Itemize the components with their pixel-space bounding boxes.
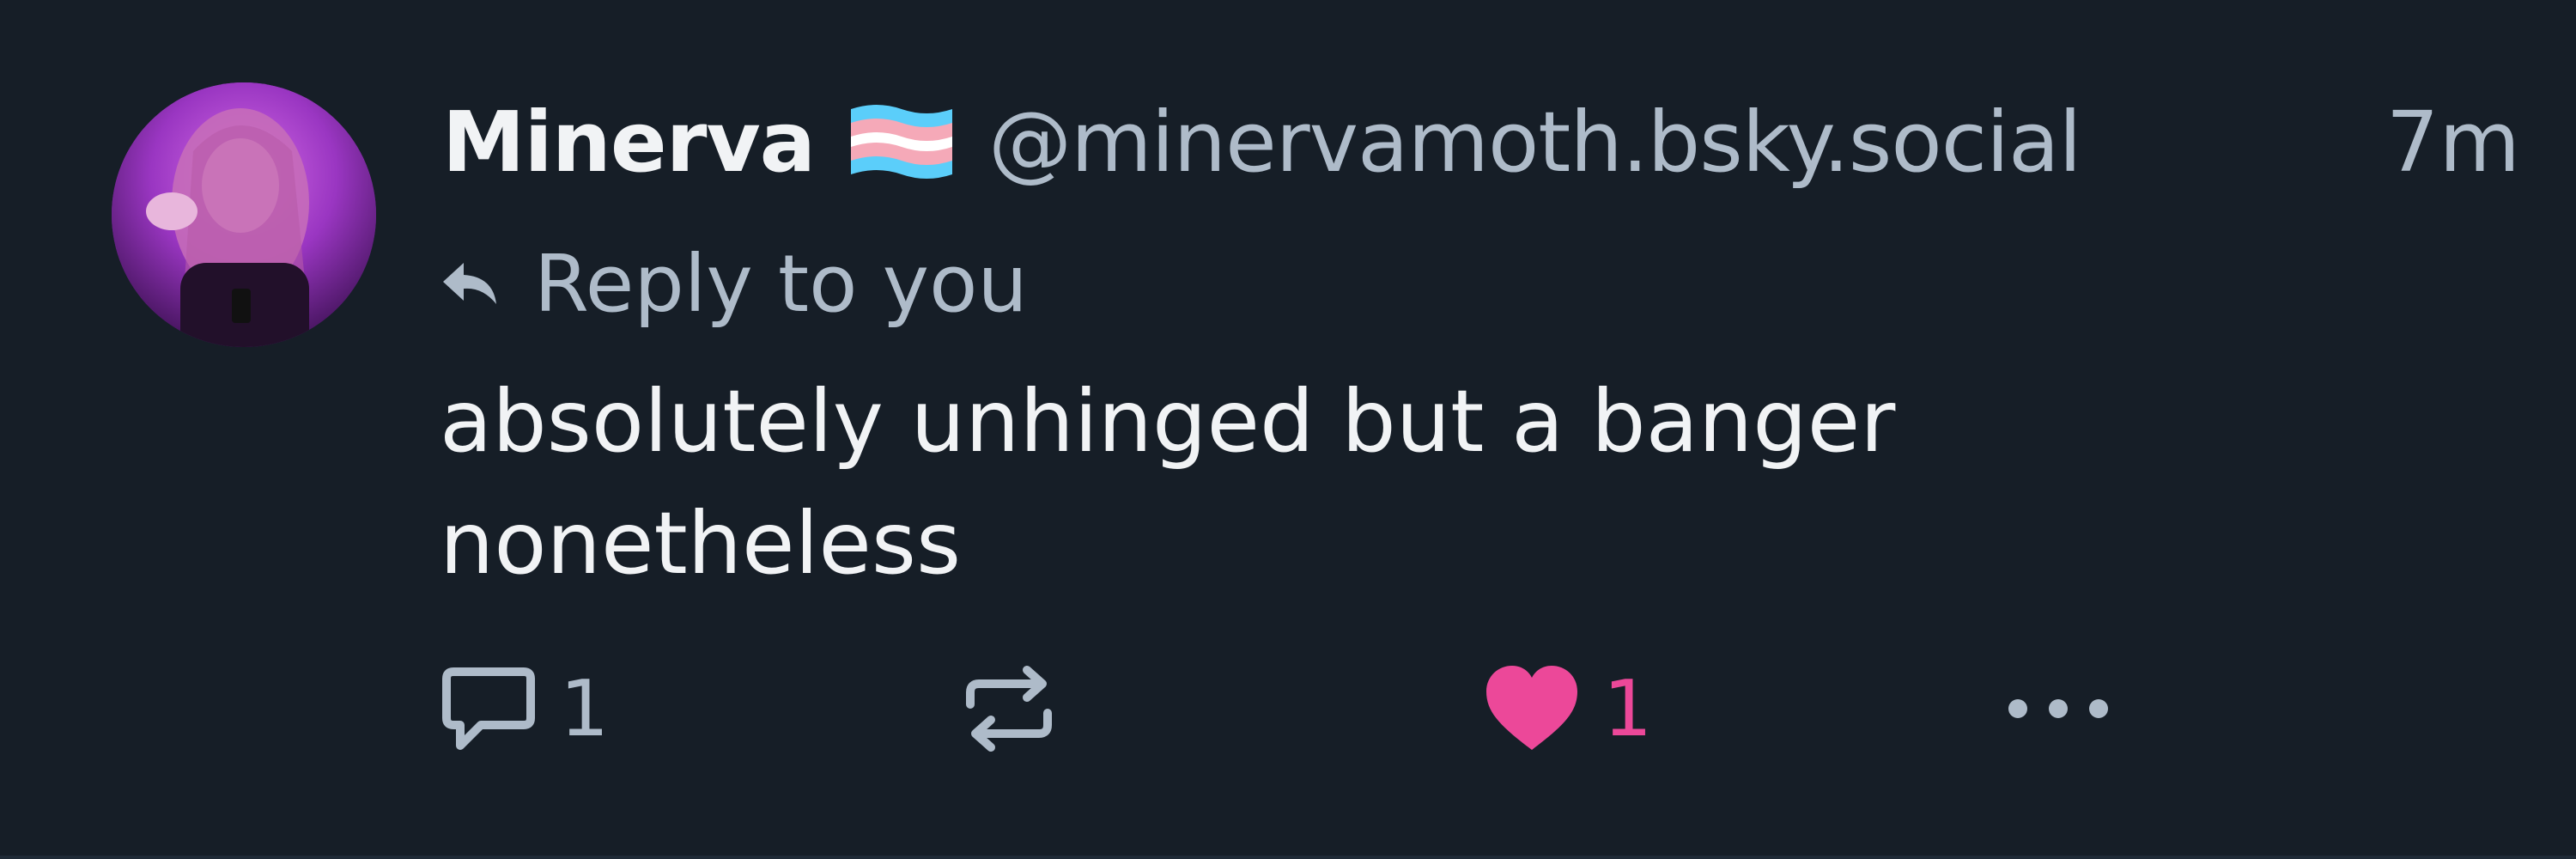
comment-icon [442, 667, 535, 750]
post-timestamp[interactable]: 7m [2386, 94, 2520, 191]
more-options-button[interactable] [2002, 653, 2114, 765]
like-button[interactable]: 1 [1483, 653, 1652, 765]
reply-context-label: Reply to you [534, 237, 1028, 330]
like-count: 1 [1603, 663, 1653, 754]
post-body-text: absolutely unhinged but a banger nonethe… [440, 371, 1896, 594]
reply-context: Reply to you [440, 232, 1028, 335]
reply-count: 1 [560, 663, 610, 754]
post-header: Minerva @minervamoth.bsky.social 7m [442, 86, 2520, 198]
reply-button[interactable]: 1 [440, 653, 609, 765]
reply-arrow-icon [443, 263, 496, 304]
author-display-name[interactable]: Minerva [442, 94, 816, 191]
transgender-flag-icon [848, 99, 956, 185]
heart-icon [1486, 666, 1577, 750]
author-handle[interactable]: @minervamoth.bsky.social [988, 94, 2081, 191]
more-icon [2008, 699, 2108, 718]
repost-button[interactable] [962, 653, 1056, 765]
repost-icon [966, 666, 1052, 752]
post-actions-bar: 1 1 [440, 653, 2157, 765]
avatar-image [112, 82, 376, 347]
author-avatar[interactable] [112, 82, 376, 347]
post-card[interactable]: Minerva @minervamoth.bsky.social 7m Repl… [0, 0, 2576, 859]
